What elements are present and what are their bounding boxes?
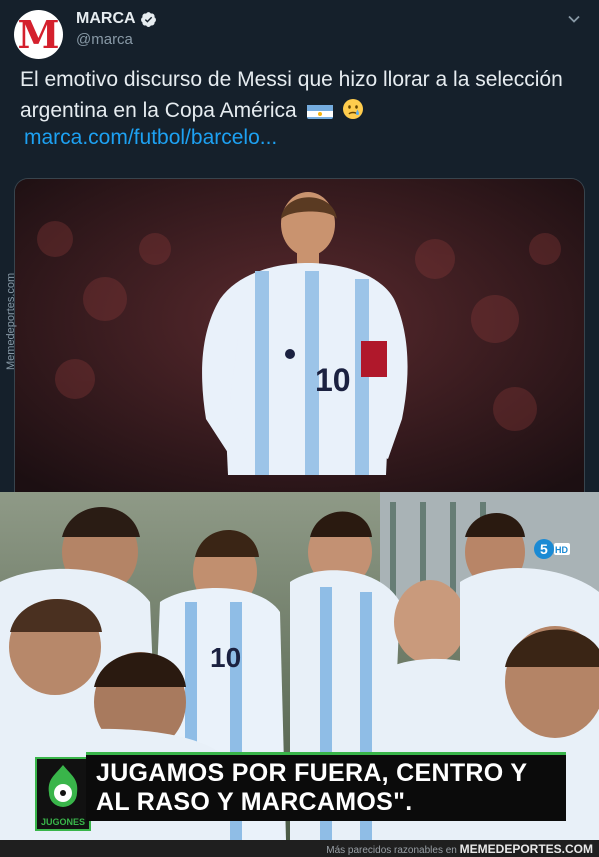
tweet-text: El emotivo discurso de Messi que hizo ll… bbox=[20, 64, 580, 126]
subtitle-caption: JUGAMOS POR FUERA, CENTRO Y AL RASO Y MA… bbox=[86, 752, 566, 821]
tweet-link[interactable]: marca.com/futbol/barcelo... bbox=[24, 126, 277, 150]
channel-logo-text: JUGONES bbox=[40, 817, 85, 827]
argentina-flag-icon bbox=[306, 101, 333, 119]
chevron-down-icon[interactable] bbox=[567, 12, 581, 26]
crying-face-icon bbox=[342, 98, 364, 120]
tweet-body: El emotivo discurso de Messi que hizo ll… bbox=[20, 68, 563, 122]
avatar[interactable]: M bbox=[14, 10, 63, 59]
verified-badge-icon bbox=[140, 11, 157, 28]
footer-prefix: Más parecidos razonables en bbox=[326, 845, 457, 856]
avatar-letter: M bbox=[17, 11, 60, 57]
account-name-label: MARCA bbox=[76, 10, 136, 27]
flame-ball-icon bbox=[48, 765, 78, 807]
footer-site-link[interactable]: MEMEDEPORTES.COM bbox=[460, 842, 593, 856]
svg-text:5: 5 bbox=[540, 541, 548, 557]
svg-text:10: 10 bbox=[315, 362, 351, 398]
jugones-channel-logo: JUGONES bbox=[35, 757, 91, 831]
messi-photo: 10 bbox=[15, 179, 584, 493]
svg-text:HD: HD bbox=[555, 545, 568, 555]
watermark-vertical: Memedeportes.com bbox=[5, 272, 17, 370]
footer-text: Más parecidos razonables en MEMEDEPORTES… bbox=[326, 842, 593, 856]
tweet-card: M MARCA @marca El emotivo discurso de Me… bbox=[0, 0, 599, 493]
caption-text: JUGAMOS POR FUERA, CENTRO Y AL RASO Y MA… bbox=[96, 759, 527, 816]
svg-text:10: 10 bbox=[210, 642, 241, 673]
account-handle[interactable]: @marca bbox=[76, 31, 133, 48]
footer-bar: Más parecidos razonables en MEMEDEPORTES… bbox=[0, 840, 599, 857]
account-name[interactable]: MARCA bbox=[76, 10, 157, 28]
telecinco-logo-icon: 5 HD bbox=[534, 539, 570, 559]
tweet-media-image[interactable]: 10 bbox=[14, 178, 585, 493]
